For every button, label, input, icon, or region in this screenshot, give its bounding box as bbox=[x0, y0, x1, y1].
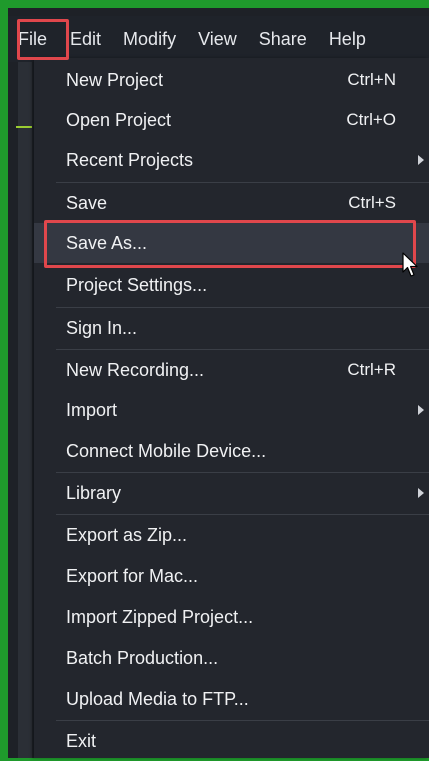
mouse-cursor-icon bbox=[402, 252, 418, 277]
menu-item-import[interactable]: Import bbox=[34, 390, 429, 430]
menu-item-label: Import bbox=[66, 400, 118, 420]
menu-share[interactable]: Share bbox=[248, 16, 318, 62]
menu-item-exit[interactable]: Exit bbox=[34, 721, 429, 761]
menu-item-label: Batch Production... bbox=[66, 648, 219, 668]
menu-item-label: Import Zipped Project... bbox=[66, 607, 254, 627]
menu-modify[interactable]: Modify bbox=[112, 16, 187, 62]
file-menu-highlight-box bbox=[17, 19, 69, 60]
submenu-arrow-icon bbox=[418, 405, 424, 415]
menu-item-sign-in[interactable]: Sign In... bbox=[34, 308, 429, 348]
menu-item-label: Library bbox=[66, 483, 122, 503]
menu-view[interactable]: View bbox=[187, 16, 248, 62]
menu-item-label: Sign In... bbox=[66, 318, 138, 338]
menu-item-label: New Project bbox=[66, 70, 164, 90]
menu-item-shortcut: Ctrl+O bbox=[346, 110, 396, 129]
menu-item-new-project[interactable]: New Project Ctrl+N bbox=[34, 60, 429, 100]
menu-item-label: Exit bbox=[66, 731, 97, 751]
timeline-marker bbox=[16, 126, 32, 128]
file-menu-dropdown: New Project Ctrl+N Open Project Ctrl+O R… bbox=[34, 58, 429, 758]
submenu-arrow-icon bbox=[418, 488, 424, 498]
submenu-arrow-icon bbox=[418, 155, 424, 165]
menu-item-shortcut: Ctrl+S bbox=[348, 193, 396, 212]
menu-item-upload-media-ftp[interactable]: Upload Media to FTP... bbox=[34, 679, 429, 719]
menu-item-batch-production[interactable]: Batch Production... bbox=[34, 638, 429, 678]
menu-item-label: New Recording... bbox=[66, 360, 205, 380]
menu-item-label: Project Settings... bbox=[66, 275, 208, 295]
menu-item-connect-mobile-device[interactable]: Connect Mobile Device... bbox=[34, 431, 429, 471]
menu-item-label: Save bbox=[66, 193, 108, 213]
menu-item-label: Connect Mobile Device... bbox=[66, 441, 267, 461]
menu-item-library[interactable]: Library bbox=[34, 473, 429, 513]
menu-item-save[interactable]: Save Ctrl+S bbox=[34, 183, 429, 223]
menu-item-label: Export for Mac... bbox=[66, 566, 199, 586]
menu-item-export-as-zip[interactable]: Export as Zip... bbox=[34, 515, 429, 555]
save-as-highlight-box bbox=[44, 220, 416, 268]
menu-item-label: Upload Media to FTP... bbox=[66, 689, 249, 709]
menu-item-shortcut: Ctrl+R bbox=[347, 360, 396, 379]
menu-item-label: Export as Zip... bbox=[66, 525, 188, 545]
menu-item-import-zipped-project[interactable]: Import Zipped Project... bbox=[34, 597, 429, 637]
menu-item-recent-projects[interactable]: Recent Projects bbox=[34, 140, 429, 180]
menu-item-shortcut: Ctrl+N bbox=[347, 70, 396, 89]
menu-item-label: Open Project bbox=[66, 110, 172, 130]
menu-item-export-for-mac[interactable]: Export for Mac... bbox=[34, 556, 429, 596]
menu-item-new-recording[interactable]: New Recording... Ctrl+R bbox=[34, 350, 429, 390]
left-panel-edge bbox=[18, 62, 32, 758]
menu-bar: File Edit Modify View Share Help bbox=[8, 16, 429, 62]
menu-item-open-project[interactable]: Open Project Ctrl+O bbox=[34, 100, 429, 140]
menu-item-project-settings[interactable]: Project Settings... bbox=[34, 265, 429, 305]
menu-help[interactable]: Help bbox=[318, 16, 377, 62]
menu-item-label: Recent Projects bbox=[66, 150, 194, 170]
